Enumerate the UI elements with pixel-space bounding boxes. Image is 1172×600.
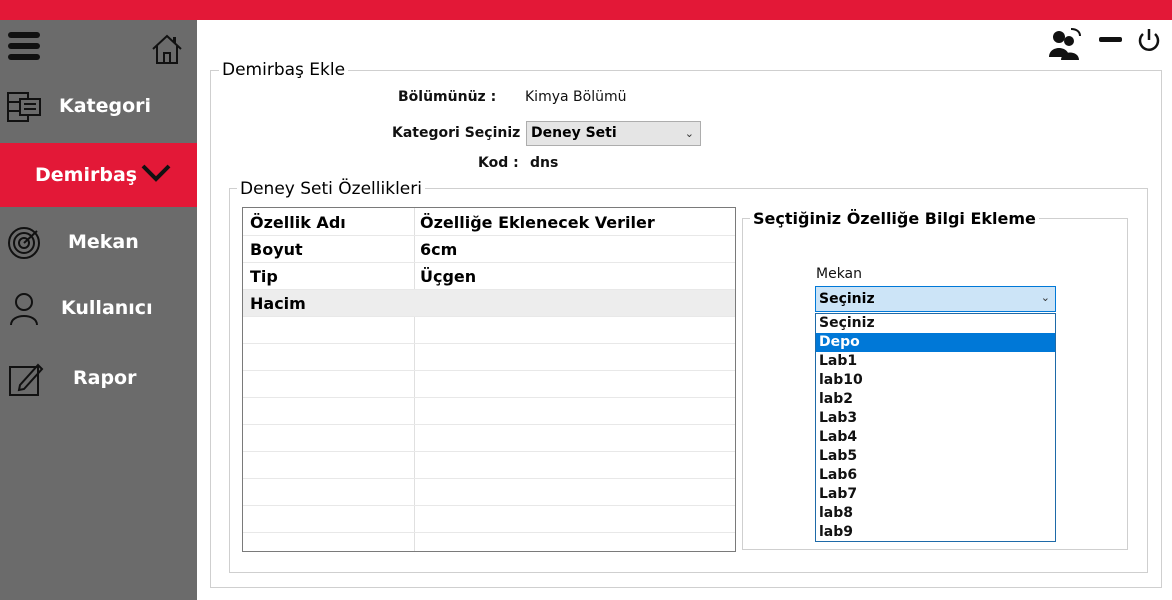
user-icon xyxy=(10,293,38,326)
column-header: Özellik Adı xyxy=(250,213,346,232)
dropdown-option[interactable]: Lab4 xyxy=(816,428,1055,447)
sidebar-item-label: Kullanıcı xyxy=(61,297,153,319)
table-row xyxy=(243,371,735,398)
sidebar-item-label: Demirbaş xyxy=(35,164,138,186)
table-row[interactable]: Hacim xyxy=(243,290,735,317)
table-row xyxy=(243,317,735,344)
location-select-value: Seçiniz xyxy=(819,291,875,307)
sidebar-item-label: Rapor xyxy=(73,367,137,389)
chevron-down-icon: ⌄ xyxy=(684,127,694,140)
menu-icon[interactable] xyxy=(8,32,40,64)
dropdown-option[interactable]: lab9 xyxy=(816,523,1055,542)
dropdown-option[interactable]: lab10 xyxy=(816,371,1055,390)
sidebar-item-rapor[interactable]: Rapor xyxy=(0,349,197,411)
info-panel-title: Seçtiğiniz Özelliğe Bilgi Ekleme xyxy=(750,209,1039,228)
radar-icon xyxy=(8,227,40,259)
dropdown-option[interactable]: Lab3 xyxy=(816,409,1055,428)
form-title: Demirbaş Ekle xyxy=(219,60,349,80)
dropdown-option-highlighted[interactable]: Depo xyxy=(816,333,1055,352)
chevron-down-icon: ⌄ xyxy=(1040,291,1050,304)
dropdown-option[interactable]: Lab1 xyxy=(816,352,1055,371)
category-select[interactable]: Deney Seti ⌄ xyxy=(526,121,701,146)
table-header: Özellik Adı Özelliğe Eklenecek Veriler xyxy=(243,209,735,236)
server-icon xyxy=(7,92,41,122)
home-icon[interactable] xyxy=(150,32,184,66)
dropdown-option[interactable]: Lab7 xyxy=(816,485,1055,504)
table-row xyxy=(243,479,735,506)
table-row xyxy=(243,506,735,533)
dropdown-option[interactable]: lab8 xyxy=(816,504,1055,523)
sidebar: Kategori Demirbaş Mekan Kullanıcı Rapor xyxy=(0,20,197,600)
sidebar-item-demirbas[interactable]: Demirbaş xyxy=(0,143,197,207)
table-cell: Hacim xyxy=(250,294,306,313)
category-select-value: Deney Seti xyxy=(531,125,617,141)
sidebar-item-label: Mekan xyxy=(68,231,139,253)
dropdown-option[interactable]: Lab6 xyxy=(816,466,1055,485)
sidebar-item-kullanici[interactable]: Kullanıcı xyxy=(0,279,197,341)
edit-icon xyxy=(9,363,44,396)
table-row xyxy=(243,533,735,551)
table-row[interactable]: Boyut 6cm xyxy=(243,236,735,263)
table-cell: Boyut xyxy=(250,240,303,259)
dropdown-option[interactable]: lab2 xyxy=(816,390,1055,409)
chevron-down-icon xyxy=(141,164,171,182)
table-cell: 6cm xyxy=(420,240,458,259)
sidebar-item-kategori[interactable]: Kategori xyxy=(0,77,197,139)
column-header: Özelliğe Eklenecek Veriler xyxy=(420,213,655,232)
top-accent-bar xyxy=(0,0,1172,20)
properties-table[interactable]: Özellik Adı Özelliğe Eklenecek Veriler B… xyxy=(242,207,736,552)
table-row xyxy=(243,398,735,425)
power-icon[interactable] xyxy=(1137,27,1161,53)
table-cell: Üçgen xyxy=(420,267,477,286)
minimize-icon[interactable] xyxy=(1099,37,1122,42)
table-row xyxy=(243,344,735,371)
table-row xyxy=(243,452,735,479)
window-controls xyxy=(1047,27,1167,61)
code-label: Kod : xyxy=(478,155,519,171)
dropdown-option[interactable]: Seçiniz xyxy=(816,314,1055,333)
location-dropdown-list[interactable]: Seçiniz Depo Lab1 lab10 lab2 Lab3 Lab4 L… xyxy=(815,313,1056,542)
category-label: Kategori Seçiniz : xyxy=(392,125,531,141)
department-value: Kimya Bölümü xyxy=(525,89,627,105)
sidebar-item-mekan[interactable]: Mekan xyxy=(0,213,197,275)
code-value: dns xyxy=(530,155,559,171)
dropdown-option[interactable]: Lab5 xyxy=(816,447,1055,466)
table-row[interactable]: Tip Üçgen xyxy=(243,263,735,290)
location-label: Mekan xyxy=(816,266,863,282)
table-cell: Tip xyxy=(250,267,278,286)
location-select[interactable]: Seçiniz ⌄ xyxy=(815,286,1056,312)
properties-title: Deney Seti Özellikleri xyxy=(237,179,425,199)
sidebar-item-label: Kategori xyxy=(59,95,152,117)
table-row xyxy=(243,425,735,452)
switch-user-icon[interactable] xyxy=(1047,27,1083,61)
department-label: Bölümünüz : xyxy=(398,89,497,105)
